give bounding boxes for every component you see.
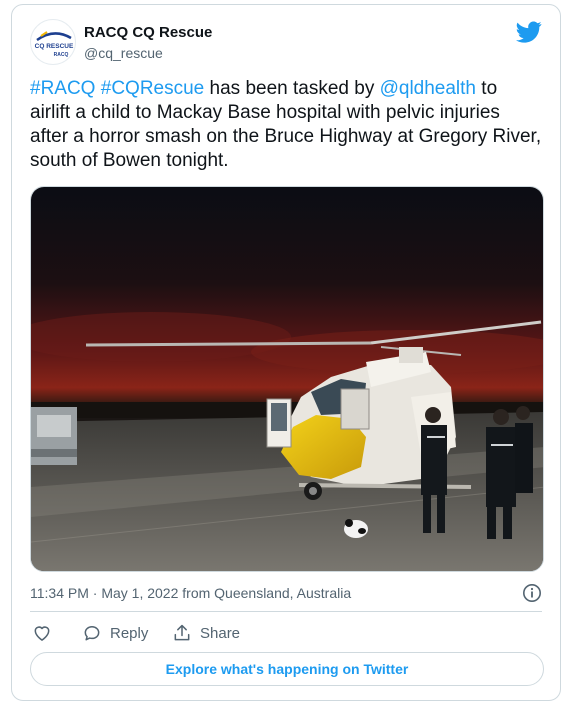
info-icon[interactable] — [522, 583, 542, 603]
author-display-name[interactable]: RACQ CQ Rescue — [84, 23, 212, 43]
cq-rescue-logo: CQ RESCUE RACQ — [35, 31, 74, 58]
explore-twitter-button[interactable]: Explore what's happening on Twitter — [30, 652, 544, 686]
author-names: RACQ CQ Rescue @cq_rescue — [84, 23, 212, 63]
reply-button[interactable]: Reply — [82, 622, 148, 644]
hashtag-racq[interactable]: #RACQ — [30, 78, 95, 99]
heart-icon — [34, 626, 50, 641]
author-handle[interactable]: @cq_rescue — [84, 43, 212, 63]
mention-qldhealth[interactable]: @qldhealth — [380, 78, 476, 99]
svg-text:CQ RESCUE: CQ RESCUE — [35, 43, 74, 50]
like-button[interactable] — [32, 622, 60, 644]
tweet-timestamp[interactable]: 11:34 PM · May 1, 2022 from Queensland, … — [30, 585, 351, 601]
avatar[interactable]: CQ RESCUE RACQ — [30, 19, 76, 65]
twitter-bird-icon[interactable] — [516, 19, 542, 45]
speech-bubble-icon — [84, 626, 100, 641]
hashtag-cqrescue[interactable]: #CQRescue — [101, 78, 205, 99]
tweet-timestamp-row: 11:34 PM · May 1, 2022 from Queensland, … — [30, 583, 546, 603]
tweet-header: CQ RESCUE RACQ RACQ CQ Rescue @cq_rescue — [30, 19, 546, 67]
divider — [30, 611, 542, 612]
tweet-card: CQ RESCUE RACQ RACQ CQ Rescue @cq_rescue… — [11, 4, 561, 701]
reply-label: Reply — [110, 624, 149, 642]
tweet-text: #RACQ #CQRescue has been tasked by @qldh… — [30, 77, 542, 173]
share-label: Share — [200, 624, 241, 642]
svg-text:RACQ: RACQ — [54, 52, 69, 58]
text-body-1: has been tasked by — [204, 78, 380, 99]
helicopter-night-photo — [31, 187, 543, 571]
share-button[interactable]: Share — [172, 622, 240, 644]
tweet-photo[interactable] — [30, 186, 544, 572]
share-upload-icon — [174, 624, 190, 641]
